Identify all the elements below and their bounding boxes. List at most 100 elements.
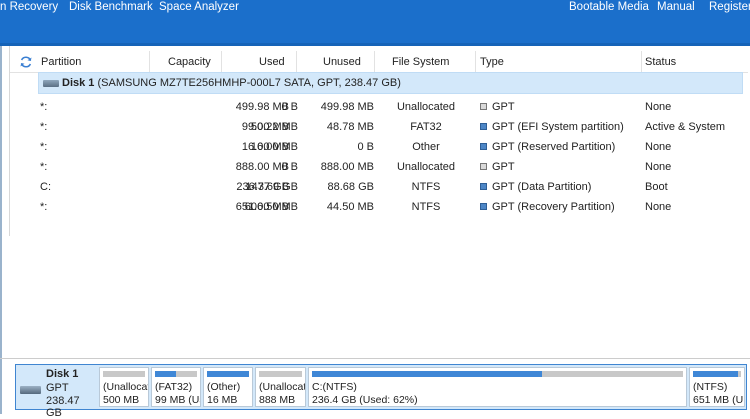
partition-letter: *: [40, 101, 48, 113]
unallocated-square-icon [480, 163, 487, 170]
segment-label: (Other) [207, 381, 241, 393]
partition-row[interactable]: C: 236.37 GB 147.69 GB 88.68 GB NTFS GPT… [38, 178, 743, 198]
disk-map-disk-info[interactable]: Disk 1 GPT 238.47 GB [17, 366, 97, 419]
segment-usage-bar [259, 371, 302, 377]
segment-usage-bar [103, 371, 145, 377]
partition-file-system: Unallocated [396, 101, 456, 113]
column-separator[interactable] [641, 51, 642, 72]
disk-map-segment[interactable]: (NTFS) 651 MB (U [689, 367, 745, 407]
partition-row[interactable]: *: 99.00 MB 50.22 MB 48.78 MB FAT32 GPT … [38, 118, 743, 138]
disk-map-name: Disk 1 [46, 368, 79, 380]
partition-type: GPT [492, 161, 515, 173]
column-separator[interactable] [221, 51, 222, 72]
partition-square-icon [480, 203, 487, 210]
menu-bootable-media[interactable]: Bootable Media [569, 0, 649, 16]
segment-label: (Unallocat [103, 381, 149, 393]
column-separator[interactable] [374, 51, 375, 72]
disk-map-segment[interactable]: (Other) 16 MB [203, 367, 253, 407]
partition-unused: 88.68 GB [327, 181, 374, 193]
disk-map-segment[interactable]: (FAT32) 99 MB (Us [151, 367, 201, 407]
partition-status: Boot [645, 181, 668, 193]
toolbar-divider [0, 43, 750, 46]
partition-status: None [645, 141, 672, 153]
partition-letter: *: [40, 161, 48, 173]
partition-file-system: FAT32 [410, 121, 442, 133]
disk-name: Disk 1 [62, 77, 95, 89]
partition-square-icon [480, 123, 487, 130]
segment-size: 651 MB (U [693, 394, 744, 406]
column-header-type[interactable]: Type [480, 56, 504, 68]
disk-icon [43, 80, 59, 87]
partition-letter: C: [40, 181, 51, 193]
partition-row[interactable]: *: 651.00 MB 606.50 MB 44.50 MB NTFS GPT… [38, 198, 743, 218]
partition-letter: *: [40, 141, 48, 153]
partition-unused: 48.78 MB [326, 121, 374, 133]
segment-used-fill [693, 371, 738, 377]
partition-type: GPT (Recovery Partition) [492, 201, 615, 213]
column-separator[interactable] [475, 51, 476, 72]
partition-file-system: Unallocated [396, 161, 456, 173]
left-panel-divider [9, 46, 10, 236]
partition-used: 50.22 MB [250, 121, 298, 133]
partition-type: GPT [492, 101, 515, 113]
disk-map-segment[interactable]: C:(NTFS) 236.4 GB (Used: 62%) [308, 367, 687, 407]
partition-type: GPT (Data Partition) [492, 181, 592, 193]
partition-file-system: NTFS [411, 181, 441, 193]
disk-details: (SAMSUNG MZ7TE256HMHP-000L7 SATA, GPT, 2… [97, 77, 401, 89]
column-header-status[interactable]: Status [645, 56, 676, 68]
partition-table-header: Partition Capacity Used Unused File Syst… [10, 51, 748, 73]
segment-size: 500 MB [103, 394, 140, 406]
partition-unused: 888.00 MB [320, 161, 374, 173]
partition-row[interactable]: *: 16.00 MB 16.00 MB 0 B Other GPT (Rese… [38, 138, 743, 158]
disk-map-segment[interactable]: (Unallocat 500 MB [99, 367, 149, 407]
segment-label: (FAT32) [155, 381, 193, 393]
disk-icon [20, 386, 41, 394]
segment-used-fill [155, 371, 176, 377]
partition-square-icon [480, 183, 487, 190]
disk-map-segment[interactable]: (Unallocat 888 MB [255, 367, 306, 407]
menu-disk-benchmark[interactable]: Disk Benchmark [69, 0, 153, 16]
disk-map-size: 238.47 GB [46, 395, 80, 419]
column-separator[interactable] [149, 51, 150, 72]
partition-row[interactable]: *: 888.00 MB 0 B 888.00 MB Unallocated G… [38, 158, 743, 178]
disk-row[interactable]: Disk 1 (SAMSUNG MZ7TE256HMHP-000L7 SATA,… [38, 72, 743, 94]
menu-manual[interactable]: Manual [657, 0, 695, 16]
partition-status: Active & System [645, 121, 726, 133]
segment-used-fill [207, 371, 249, 377]
partition-used: 606.50 MB [244, 201, 298, 213]
partition-square-icon [480, 143, 487, 150]
segment-used-fill [312, 371, 542, 377]
disk-map-type: GPT [46, 382, 69, 394]
column-header-unused[interactable]: Unused [323, 56, 361, 68]
segment-label: (NTFS) [693, 381, 728, 393]
menu-data-recovery[interactable]: n Recovery [0, 0, 58, 16]
menu-register[interactable]: Register [709, 0, 750, 16]
segment-size: 16 MB [207, 394, 238, 406]
partition-file-system: NTFS [411, 201, 441, 213]
menu-space-analyzer[interactable]: Space Analyzer [159, 0, 239, 16]
unallocated-square-icon [480, 103, 487, 110]
partition-file-system: Other [412, 141, 440, 153]
top-toolbar: n Recovery Disk Benchmark Space Analyzer… [0, 0, 750, 43]
partition-unused: 0 B [357, 141, 374, 153]
partition-row[interactable]: *: 499.98 MB 0 B 499.98 MB Unallocated G… [38, 98, 743, 118]
column-separator[interactable] [296, 51, 297, 72]
partition-used: 16.00 MB [250, 141, 298, 153]
partition-status: None [645, 201, 672, 213]
column-header-file-system[interactable]: File System [392, 56, 449, 68]
disk-map-divider [0, 358, 750, 359]
partition-unused: 499.98 MB [320, 101, 374, 113]
column-header-partition[interactable]: Partition [41, 56, 81, 68]
column-header-used[interactable]: Used [259, 56, 285, 68]
partition-type: GPT (EFI System partition) [492, 121, 624, 133]
partition-unused: 44.50 MB [326, 201, 374, 213]
segment-label: C:(NTFS) [312, 381, 357, 393]
disk-map[interactable]: Disk 1 GPT 238.47 GB (Unallocat 500 MB (… [15, 364, 747, 419]
partition-used: 0 B [281, 101, 298, 113]
partition-letter: *: [40, 121, 48, 133]
refresh-icon[interactable] [19, 55, 33, 69]
partition-used: 0 B [281, 161, 298, 173]
column-header-capacity[interactable]: Capacity [168, 56, 211, 68]
disk-label: Disk 1 (SAMSUNG MZ7TE256HMHP-000L7 SATA,… [62, 77, 401, 89]
partition-letter: *: [40, 201, 48, 213]
